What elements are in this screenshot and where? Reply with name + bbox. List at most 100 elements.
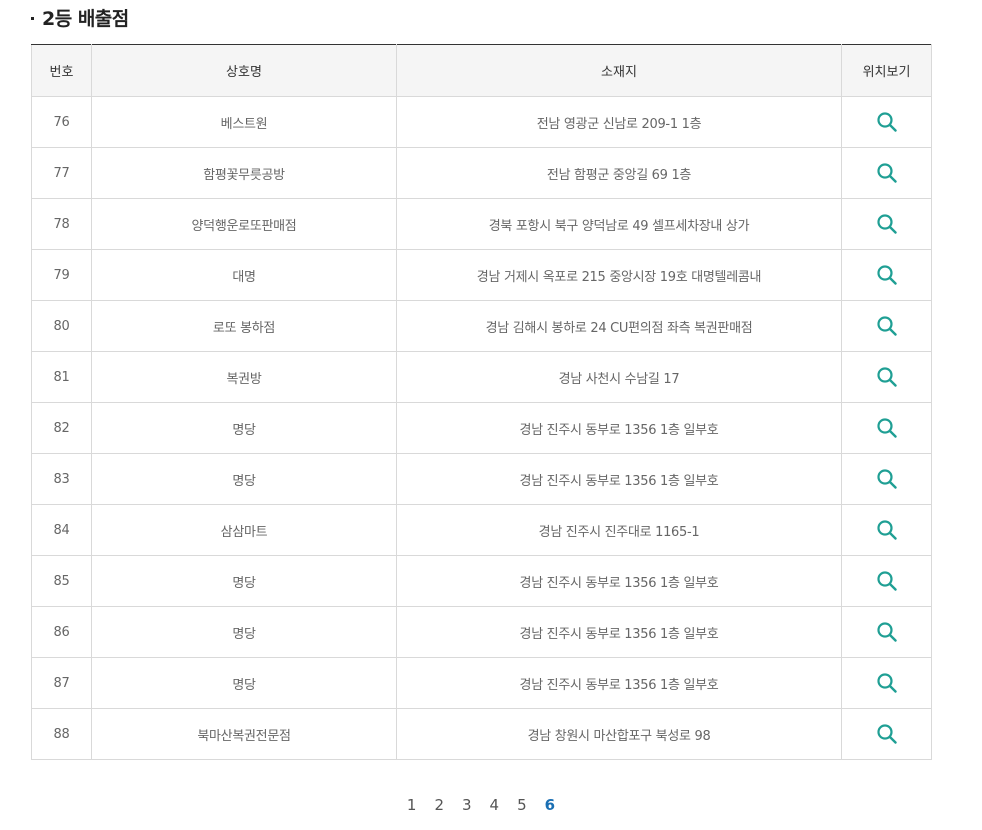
row-store-name: 명당	[91, 657, 397, 709]
search-icon	[876, 673, 897, 693]
section-title-text: 2등 배출점	[42, 7, 129, 30]
header-location: 위치보기	[841, 44, 932, 97]
row-number: 76	[31, 96, 92, 148]
table-row: 84 삼삼마트 경남 진주시 진주대로 1165-1	[31, 504, 932, 556]
page-link-1[interactable]: 1	[405, 796, 419, 814]
page-link-3[interactable]: 3	[460, 796, 474, 814]
view-location-button[interactable]	[873, 108, 901, 136]
search-icon	[876, 571, 897, 591]
search-icon	[876, 367, 897, 387]
store-table-container: 번호 상호명 소재지 위치보기 76 베스트원 전남 영광군 신남로 209-1 1…	[31, 44, 932, 760]
row-store-name: 로또 봉하점	[91, 300, 397, 352]
row-store-name: 대명	[91, 249, 397, 301]
search-icon	[876, 265, 897, 285]
search-icon	[876, 418, 897, 438]
view-location-button[interactable]	[873, 618, 901, 646]
section-title: 2등 배출점	[31, 4, 129, 30]
row-address: 경남 진주시 동부로 1356 1층 일부호	[396, 555, 842, 607]
store-table: 번호 상호명 소재지 위치보기 76 베스트원 전남 영광군 신남로 209-1 1…	[31, 44, 932, 760]
table-header-row: 번호 상호명 소재지 위치보기	[31, 44, 932, 97]
row-address: 경북 포항시 북구 양덕남로 49 셀프세차장내 상가	[396, 198, 842, 250]
row-location-cell	[841, 453, 932, 505]
row-address: 경남 진주시 동부로 1356 1층 일부호	[396, 402, 842, 454]
page-link-4[interactable]: 4	[488, 796, 502, 814]
row-address: 경남 진주시 동부로 1356 1층 일부호	[396, 453, 842, 505]
row-address: 경남 진주시 동부로 1356 1층 일부호	[396, 657, 842, 709]
row-number: 88	[31, 708, 92, 760]
search-icon	[876, 622, 897, 642]
row-number: 77	[31, 147, 92, 199]
table-row: 85 명당 경남 진주시 동부로 1356 1층 일부호	[31, 555, 932, 607]
row-address: 경남 진주시 동부로 1356 1층 일부호	[396, 606, 842, 658]
header-number: 번호	[31, 44, 92, 97]
view-location-button[interactable]	[873, 720, 901, 748]
row-store-name: 복권방	[91, 351, 397, 403]
view-location-button[interactable]	[873, 465, 901, 493]
row-store-name: 양덕행운로또판매점	[91, 198, 397, 250]
row-address: 경남 창원시 마산합포구 북성로 98	[396, 708, 842, 760]
table-row: 77 함평꽃무릇공방 전남 함평군 중앙길 69 1층	[31, 147, 932, 199]
row-location-cell	[841, 555, 932, 607]
title-bullet	[31, 16, 34, 20]
table-row: 83 명당 경남 진주시 동부로 1356 1층 일부호	[31, 453, 932, 505]
row-number: 82	[31, 402, 92, 454]
row-location-cell	[841, 351, 932, 403]
row-store-name: 명당	[91, 606, 397, 658]
pagination: 123456	[0, 793, 962, 817]
view-location-button[interactable]	[873, 669, 901, 697]
row-number: 85	[31, 555, 92, 607]
view-location-button[interactable]	[873, 312, 901, 340]
table-row: 82 명당 경남 진주시 동부로 1356 1층 일부호	[31, 402, 932, 454]
row-store-name: 명당	[91, 555, 397, 607]
table-row: 81 복권방 경남 사천시 수남길 17	[31, 351, 932, 403]
row-store-name: 북마산복권전문점	[91, 708, 397, 760]
row-address: 경남 김해시 봉하로 24 CU편의점 좌측 복권판매점	[396, 300, 842, 352]
page-link-5[interactable]: 5	[515, 796, 529, 814]
view-location-button[interactable]	[873, 261, 901, 289]
page-link-2[interactable]: 2	[432, 796, 446, 814]
view-location-button[interactable]	[873, 363, 901, 391]
table-body: 76 베스트원 전남 영광군 신남로 209-1 1층 77 함평꽃무릇공방 전남 함평군…	[31, 96, 932, 760]
header-store-name: 상호명	[91, 44, 397, 97]
search-icon	[876, 520, 897, 540]
row-location-cell	[841, 147, 932, 199]
row-store-name: 명당	[91, 402, 397, 454]
search-icon	[876, 469, 897, 489]
table-row: 86 명당 경남 진주시 동부로 1356 1층 일부호	[31, 606, 932, 658]
table-row: 80 로또 봉하점 경남 김해시 봉하로 24 CU편의점 좌측 복권판매점	[31, 300, 932, 352]
view-location-button[interactable]	[873, 567, 901, 595]
row-number: 86	[31, 606, 92, 658]
row-store-name: 베스트원	[91, 96, 397, 148]
row-number: 80	[31, 300, 92, 352]
view-location-button[interactable]	[873, 159, 901, 187]
table-row: 87 명당 경남 진주시 동부로 1356 1층 일부호	[31, 657, 932, 709]
table-row: 79 대명 경남 거제시 옥포로 215 중앙시장 19호 대명텔레콤내	[31, 249, 932, 301]
search-icon	[876, 112, 897, 132]
row-address: 경남 진주시 진주대로 1165-1	[396, 504, 842, 556]
row-store-name: 삼삼마트	[91, 504, 397, 556]
row-number: 79	[31, 249, 92, 301]
row-number: 87	[31, 657, 92, 709]
row-store-name: 명당	[91, 453, 397, 505]
table-row: 88 북마산복권전문점 경남 창원시 마산합포구 북성로 98	[31, 708, 932, 760]
row-number: 78	[31, 198, 92, 250]
page-link-6[interactable]: 6	[543, 796, 557, 814]
view-location-button[interactable]	[873, 414, 901, 442]
row-location-cell	[841, 96, 932, 148]
row-location-cell	[841, 504, 932, 556]
row-location-cell	[841, 657, 932, 709]
row-address: 전남 영광군 신남로 209-1 1층	[396, 96, 842, 148]
search-icon	[876, 316, 897, 336]
row-store-name: 함평꽃무릇공방	[91, 147, 397, 199]
search-icon	[876, 163, 897, 183]
row-location-cell	[841, 300, 932, 352]
view-location-button[interactable]	[873, 516, 901, 544]
row-address: 전남 함평군 중앙길 69 1층	[396, 147, 842, 199]
search-icon	[876, 724, 897, 744]
row-location-cell	[841, 606, 932, 658]
view-location-button[interactable]	[873, 210, 901, 238]
row-number: 84	[31, 504, 92, 556]
row-location-cell	[841, 708, 932, 760]
table-row: 76 베스트원 전남 영광군 신남로 209-1 1층	[31, 96, 932, 148]
row-number: 81	[31, 351, 92, 403]
